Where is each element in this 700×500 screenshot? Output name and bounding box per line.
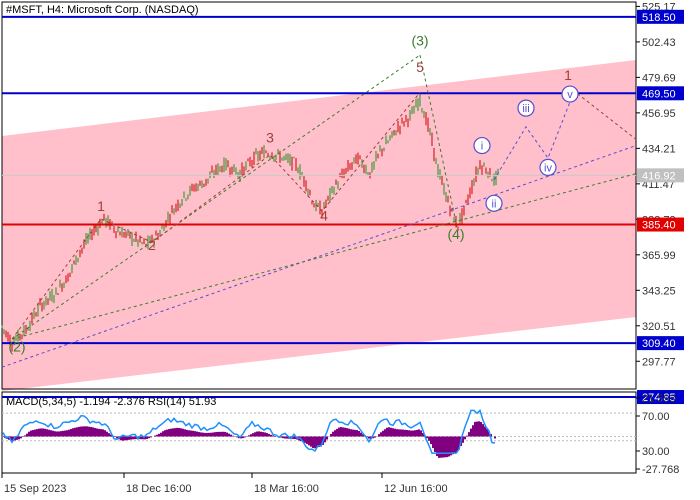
wave-circle-label: ii xyxy=(492,198,497,210)
wave-circle-label: iv xyxy=(544,162,552,174)
wave-circle-label: i xyxy=(481,141,483,153)
wave-circle-label: iii xyxy=(522,103,529,115)
indicator-title: MACD(5,34,5) -1.194 -2.376 RSI(14) 51.93 xyxy=(6,396,217,408)
x-tick-label: 12 Jun 16:00 xyxy=(384,483,448,495)
wave-label: (3) xyxy=(411,33,428,49)
level-label: 309.40 xyxy=(642,338,676,350)
indicator-tick-label: 21.593 xyxy=(642,393,676,405)
current-price-label: 416.92 xyxy=(642,170,676,182)
level-label: 518.50 xyxy=(642,12,676,24)
wave-label: 2 xyxy=(148,237,156,253)
indicator-tick-label: 70.00 xyxy=(642,411,670,423)
wave-label: 3 xyxy=(266,129,274,145)
x-tick-label: 18 Mar 16:00 xyxy=(254,483,319,495)
wave-label: 4 xyxy=(320,207,328,223)
indicator-tick-label: 30.00 xyxy=(642,446,670,458)
y-tick-label: 297.77 xyxy=(642,356,676,368)
y-tick-label: 343.25 xyxy=(642,285,676,297)
x-tick-label: 15 Sep 2023 xyxy=(4,483,66,495)
wave-label: 1 xyxy=(97,198,105,214)
wave-label: (2) xyxy=(8,339,25,355)
y-tick-label: 456.95 xyxy=(642,108,676,120)
chart-root: (2) 1 2 3 4 5 (3) (4) 1 i ii iii iv v 525.17 502.43 479… xyxy=(0,0,700,500)
x-tick-label: 18 Dec 16:00 xyxy=(126,483,191,495)
y-tick-label: 502.43 xyxy=(642,37,676,49)
wave-label: (4) xyxy=(447,226,464,242)
y-tick-label: 320.51 xyxy=(642,321,676,333)
chart-title: #MSFT, H4: Microsoft Corp. (NASDAQ) xyxy=(6,4,199,16)
indicator-tick-label: -27.768 xyxy=(642,464,679,476)
y-tick-label: 365.99 xyxy=(642,250,676,262)
wave-label: 5 xyxy=(416,59,424,75)
wave-circle-label: v xyxy=(567,89,573,101)
y-tick-label: 434.21 xyxy=(642,143,676,155)
level-label: 469.50 xyxy=(642,88,676,100)
wave-label: 1 xyxy=(564,67,572,83)
level-label: 385.40 xyxy=(642,220,676,232)
chart-canvas: (2)12345(3)(4)1iiiiiiivv 525.17502.43479… xyxy=(1,1,684,495)
y-tick-label: 479.69 xyxy=(642,72,676,84)
